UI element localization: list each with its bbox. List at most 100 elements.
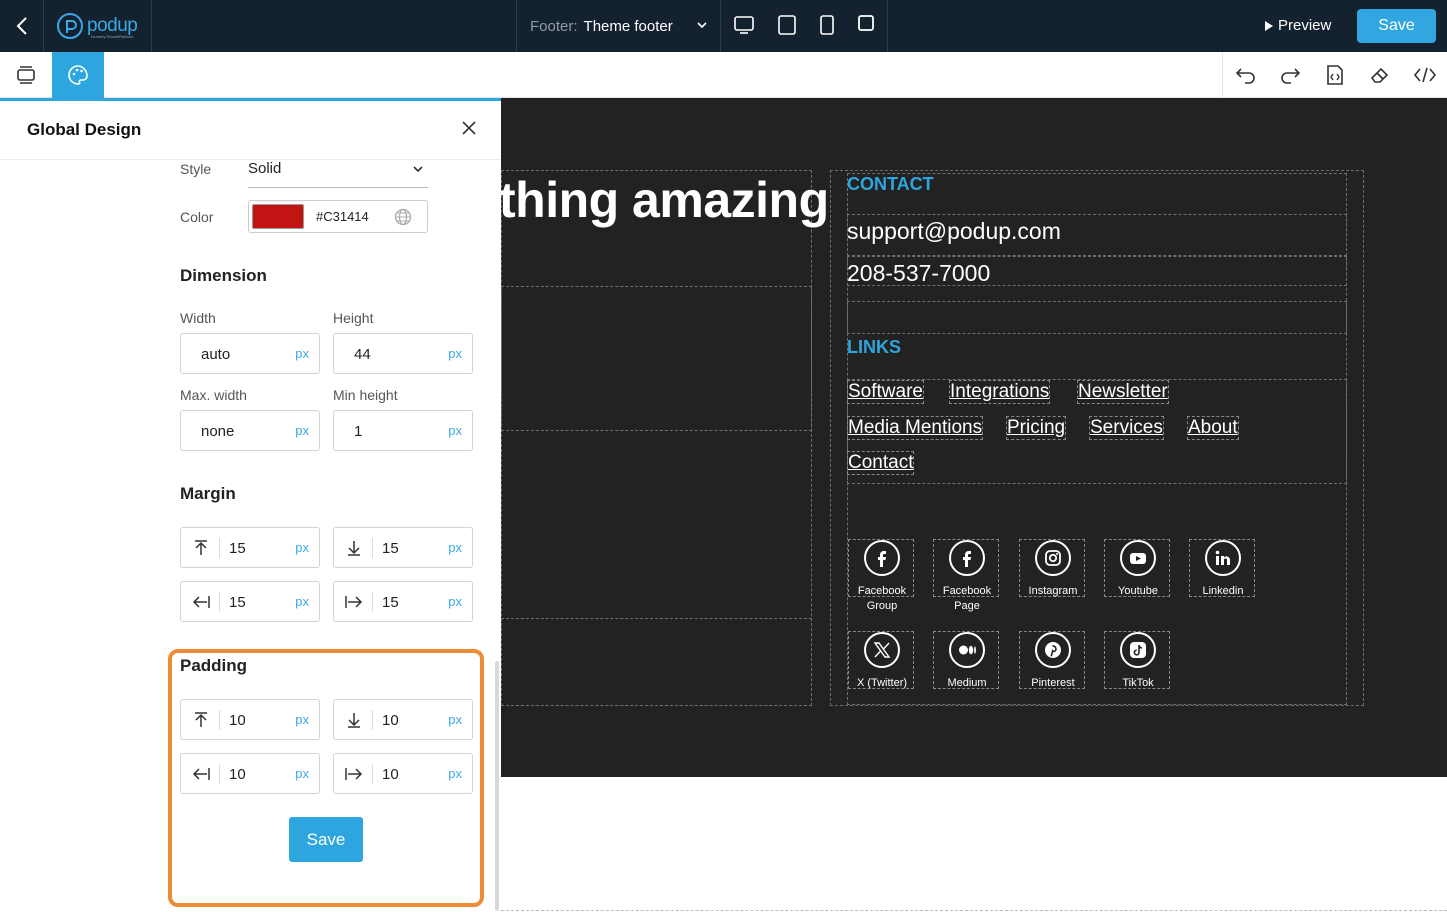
margin-bottom-value: 15 <box>382 540 399 557</box>
margin-left-input[interactable]: 15 px <box>180 581 320 622</box>
width-value: auto <box>201 346 231 363</box>
redo-icon <box>1280 68 1300 84</box>
footer-link[interactable]: Software <box>847 380 924 404</box>
padding-right-input[interactable]: 10 px <box>333 753 473 794</box>
color-label: Color <box>180 209 214 225</box>
code-view-button[interactable] <box>1402 52 1447 98</box>
arrow-up-icon <box>195 712 207 727</box>
spacer-box[interactable] <box>847 301 1347 334</box>
margin-right-value: 15 <box>382 594 399 611</box>
tablet-landscape-icon[interactable] <box>777 14 797 36</box>
contact-email[interactable]: support@podup.com <box>847 218 1061 245</box>
input-divider <box>372 764 373 784</box>
undo-icon <box>1235 68 1255 84</box>
unit-label: px <box>295 423 309 438</box>
pinterest-icon <box>1045 642 1061 658</box>
facebook-icon <box>878 550 886 567</box>
facebook-icon <box>963 550 971 567</box>
social-pinterest[interactable]: Pinterest <box>1019 631 1085 689</box>
unit-label: px <box>295 712 309 727</box>
width-input[interactable]: auto px <box>180 333 320 374</box>
code-file-button[interactable] <box>1312 52 1357 98</box>
social-label: Instagram <box>1028 585 1078 597</box>
social-instagram[interactable]: Instagram <box>1019 539 1085 597</box>
preview-button[interactable]: Preview <box>1264 17 1331 34</box>
x-twitter-icon <box>873 642 891 658</box>
contact-title: CONTACT <box>847 174 934 194</box>
social-label: Pinterest <box>1031 677 1075 689</box>
unit-label: px <box>295 540 309 555</box>
footer-link[interactable]: About <box>1187 416 1239 440</box>
footer-link[interactable]: Pricing <box>1006 416 1067 440</box>
panel-header: Global Design <box>0 101 501 160</box>
play-icon <box>1265 20 1273 31</box>
social-tiktok[interactable]: TikTok <box>1104 631 1170 689</box>
style-select-value: Solid <box>248 160 282 177</box>
style-select[interactable]: Solid <box>248 160 428 188</box>
footer-link[interactable]: Integrations <box>949 380 1051 404</box>
social-x-twitter[interactable]: X (Twitter) <box>848 631 914 689</box>
margin-right-input[interactable]: 15 px <box>333 581 473 622</box>
social-medium[interactable]: Medium <box>933 631 999 689</box>
globe-icon[interactable] <box>394 208 412 226</box>
arrow-left-icon <box>192 596 210 608</box>
logo-subtext: formerly ShowitPlatform <box>91 34 134 39</box>
panel-scrollbar[interactable] <box>495 661 499 911</box>
color-picker[interactable]: #C31414 <box>248 200 428 233</box>
min-height-label: Min height <box>333 387 398 403</box>
square-device-icon[interactable] <box>857 14 875 32</box>
contact-phone[interactable]: 208-537-7000 <box>847 260 990 287</box>
footer-selector[interactable]: Footer: Theme footer <box>516 0 721 52</box>
layers-icon <box>17 66 35 84</box>
mobile-icon[interactable] <box>819 14 835 36</box>
arrow-down-icon <box>348 541 360 556</box>
social-linkedin[interactable]: Linkedin <box>1189 539 1255 597</box>
footer-link[interactable]: Newsletter <box>1077 380 1169 404</box>
save-button-top[interactable]: Save <box>1357 9 1436 43</box>
unit-label: px <box>448 712 462 727</box>
close-icon[interactable] <box>461 120 477 136</box>
margin-bottom-input[interactable]: 15 px <box>333 527 473 568</box>
left-bottom-box[interactable] <box>501 618 812 706</box>
padding-top-input[interactable]: 10 px <box>180 699 320 740</box>
footer-link[interactable]: Media Mentions <box>847 416 984 440</box>
eraser-button[interactable] <box>1357 52 1402 98</box>
color-hex-value: #C31414 <box>316 209 369 224</box>
left-inner-box[interactable] <box>501 286 812 431</box>
unit-label: px <box>295 766 309 781</box>
desktop-icon[interactable] <box>733 14 755 36</box>
redo-button[interactable] <box>1267 52 1312 98</box>
social-youtube[interactable]: Youtube <box>1104 539 1170 597</box>
panel-title: Global Design <box>27 120 142 139</box>
top-bar: podup formerly ShowitPlatform Footer: Th… <box>0 0 1447 52</box>
padding-bottom-input[interactable]: 10 px <box>333 699 473 740</box>
padding-left-input[interactable]: 10 px <box>180 753 320 794</box>
max-width-input[interactable]: none px <box>180 410 320 451</box>
margin-top-input[interactable]: 15 px <box>180 527 320 568</box>
chevron-left-icon <box>16 17 27 35</box>
height-input[interactable]: 44 px <box>333 333 473 374</box>
footer-link[interactable]: Contact <box>847 451 915 475</box>
min-height-input[interactable]: 1 px <box>333 410 473 451</box>
color-swatch[interactable] <box>252 204 304 229</box>
unit-label: px <box>295 346 309 361</box>
padding-heading: Padding <box>180 656 248 675</box>
undo-button[interactable] <box>1223 52 1268 98</box>
input-divider <box>219 764 220 784</box>
max-width-value: none <box>201 423 235 440</box>
height-value: 44 <box>354 346 371 363</box>
design-tool-button[interactable] <box>52 52 104 98</box>
footer-section[interactable]: thing amazing CONTACT support@podup.com … <box>501 98 1447 777</box>
social-facebook-page[interactable]: Facebook Page <box>933 539 999 612</box>
padding-right-value: 10 <box>382 766 399 783</box>
footer-link[interactable]: Services <box>1089 416 1164 440</box>
linkedin-icon <box>1215 550 1231 565</box>
social-facebook-group[interactable]: Facebook Group <box>848 539 914 612</box>
unit-label: px <box>448 594 462 609</box>
unit-label: px <box>295 594 309 609</box>
max-width-label: Max. width <box>180 387 247 403</box>
save-button[interactable]: Save <box>289 817 363 862</box>
social-label: Facebook Page <box>942 585 992 612</box>
layers-tool-button[interactable] <box>0 52 52 98</box>
back-button[interactable] <box>0 0 44 52</box>
